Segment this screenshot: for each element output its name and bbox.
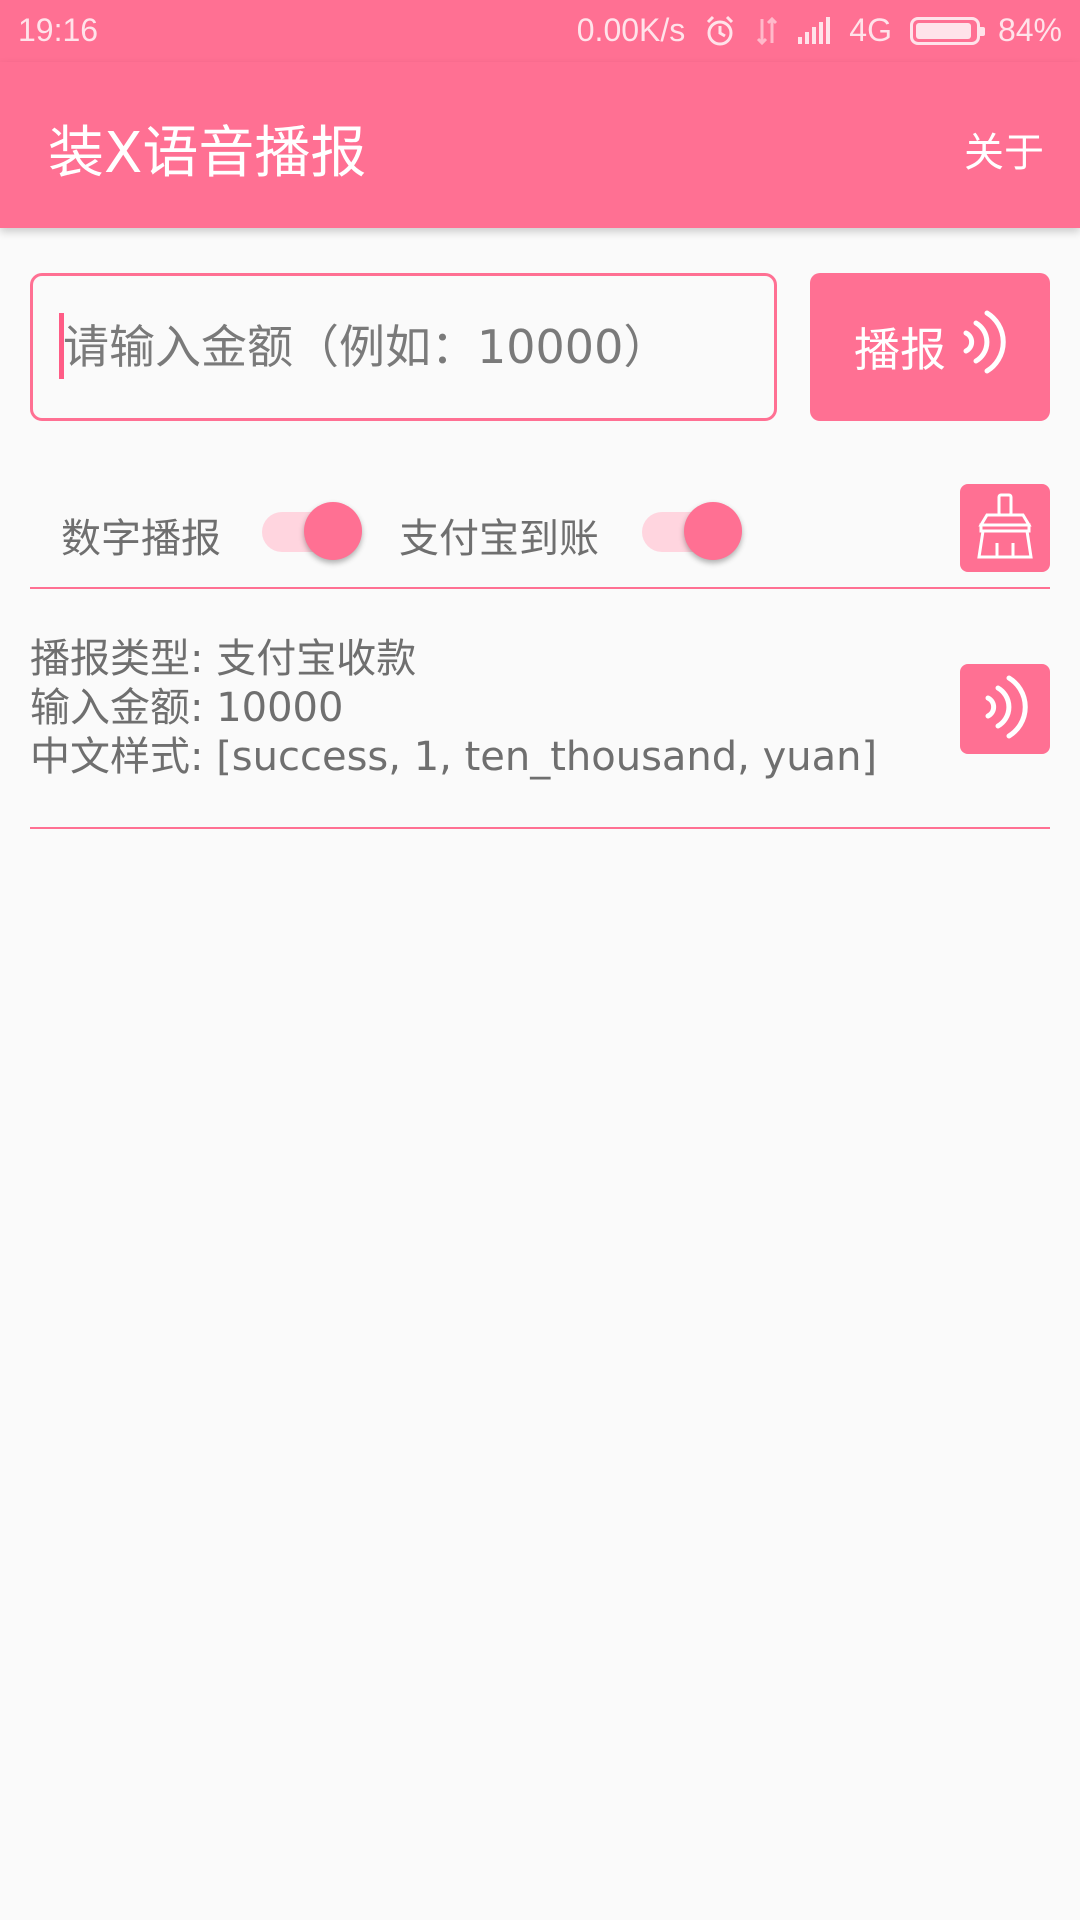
play-button-label: 播报: [854, 323, 946, 377]
divider: [30, 587, 1050, 589]
sound-wave-icon: [960, 309, 1006, 386]
switch-thumb: [304, 502, 362, 560]
data-transfer-icon: [755, 16, 779, 46]
result-panel: 播报类型: 支付宝收款 输入金额: 10000 中文样式: [success, …: [30, 635, 877, 782]
alarm-icon: [703, 14, 737, 48]
network-type: 4G: [849, 12, 892, 48]
alipay-received-switch[interactable]: [642, 502, 742, 560]
status-right: 0.00K/s 4G 84%: [577, 12, 1062, 49]
battery-icon: [909, 16, 985, 45]
result-amount: 输入金额: 10000: [30, 685, 344, 731]
net-speed: 0.00K/s: [576, 12, 686, 48]
status-time: 19:16: [18, 12, 99, 48]
divider: [30, 827, 1050, 829]
app-title: 装X语音播报: [48, 121, 367, 186]
broom-icon: [973, 491, 1037, 565]
app-bar: 装X语音播报 关于: [0, 62, 1080, 228]
amount-input[interactable]: [30, 273, 777, 421]
digit-broadcast-switch[interactable]: [262, 502, 362, 560]
result-style: 中文样式: [success, 1, ten_thousand, yuan]: [30, 734, 878, 780]
battery-percent: 84%: [997, 12, 1062, 48]
text-cursor: [59, 313, 64, 379]
clear-button[interactable]: [960, 484, 1050, 572]
about-button[interactable]: 关于: [964, 120, 1044, 178]
signal-icon: [797, 16, 831, 45]
switch-row: 数字播报 支付宝到账: [0, 470, 1080, 585]
sound-wave-icon: [982, 674, 1028, 744]
replay-button[interactable]: [960, 664, 1050, 754]
result-type: 播报类型: 支付宝收款: [30, 636, 417, 682]
status-bar: 19:16 0.00K/s 4G 84%: [0, 0, 1080, 62]
switch-label-alipay: 支付宝到账: [399, 516, 599, 562]
switch-thumb: [684, 502, 742, 560]
play-button[interactable]: 播报: [810, 273, 1050, 421]
switch-label-digit: 数字播报: [61, 516, 221, 562]
